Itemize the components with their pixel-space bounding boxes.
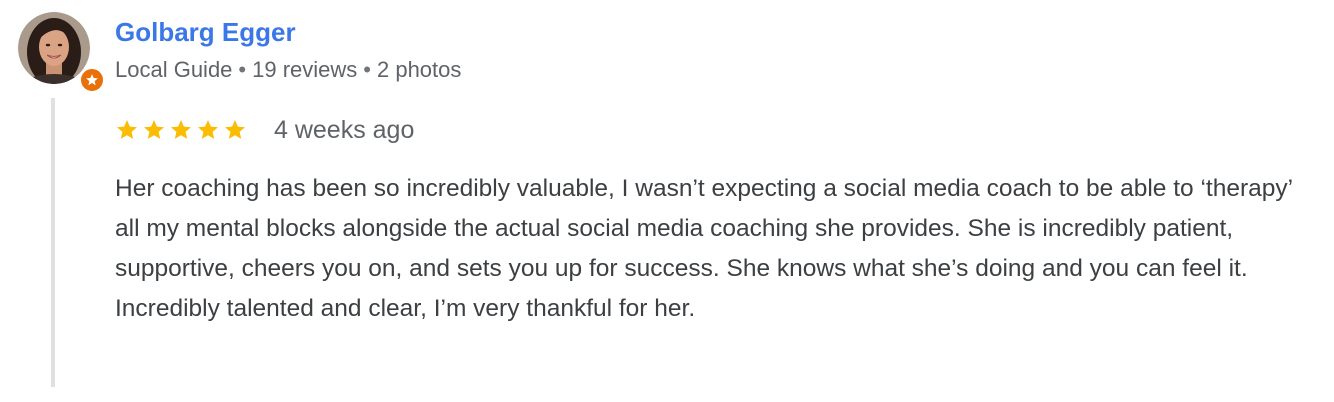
avatar-photo bbox=[18, 12, 90, 84]
star-icon bbox=[198, 120, 218, 139]
author-meta: Local Guide • 19 reviews • 2 photos bbox=[115, 56, 461, 83]
star-icon bbox=[225, 120, 245, 139]
meta-separator: • bbox=[238, 57, 247, 83]
author-photo-count[interactable]: 2 photos bbox=[377, 57, 461, 82]
author-role: Local Guide bbox=[115, 57, 233, 83]
star-icon bbox=[144, 120, 164, 139]
author-avatar[interactable] bbox=[18, 12, 105, 93]
author-name-link[interactable]: Golbarg Egger bbox=[115, 17, 296, 48]
star-icon bbox=[117, 120, 137, 139]
review-thread-line bbox=[51, 98, 55, 387]
meta-separator: • bbox=[363, 57, 371, 83]
author-review-count[interactable]: 19 reviews bbox=[252, 57, 357, 82]
star-icon bbox=[171, 120, 191, 139]
rating-row: 4 weeks ago bbox=[115, 114, 414, 146]
review-card: Golbarg Egger Local Guide • 19 reviews • 2 p… bbox=[0, 0, 1334, 402]
local-guide-badge bbox=[79, 67, 105, 93]
review-text: Her coaching has been so incredibly valu… bbox=[115, 175, 1293, 322]
review-date: 4 weeks ago bbox=[274, 115, 415, 144]
star-rating bbox=[115, 118, 247, 142]
local-guide-star-icon bbox=[86, 74, 98, 86]
